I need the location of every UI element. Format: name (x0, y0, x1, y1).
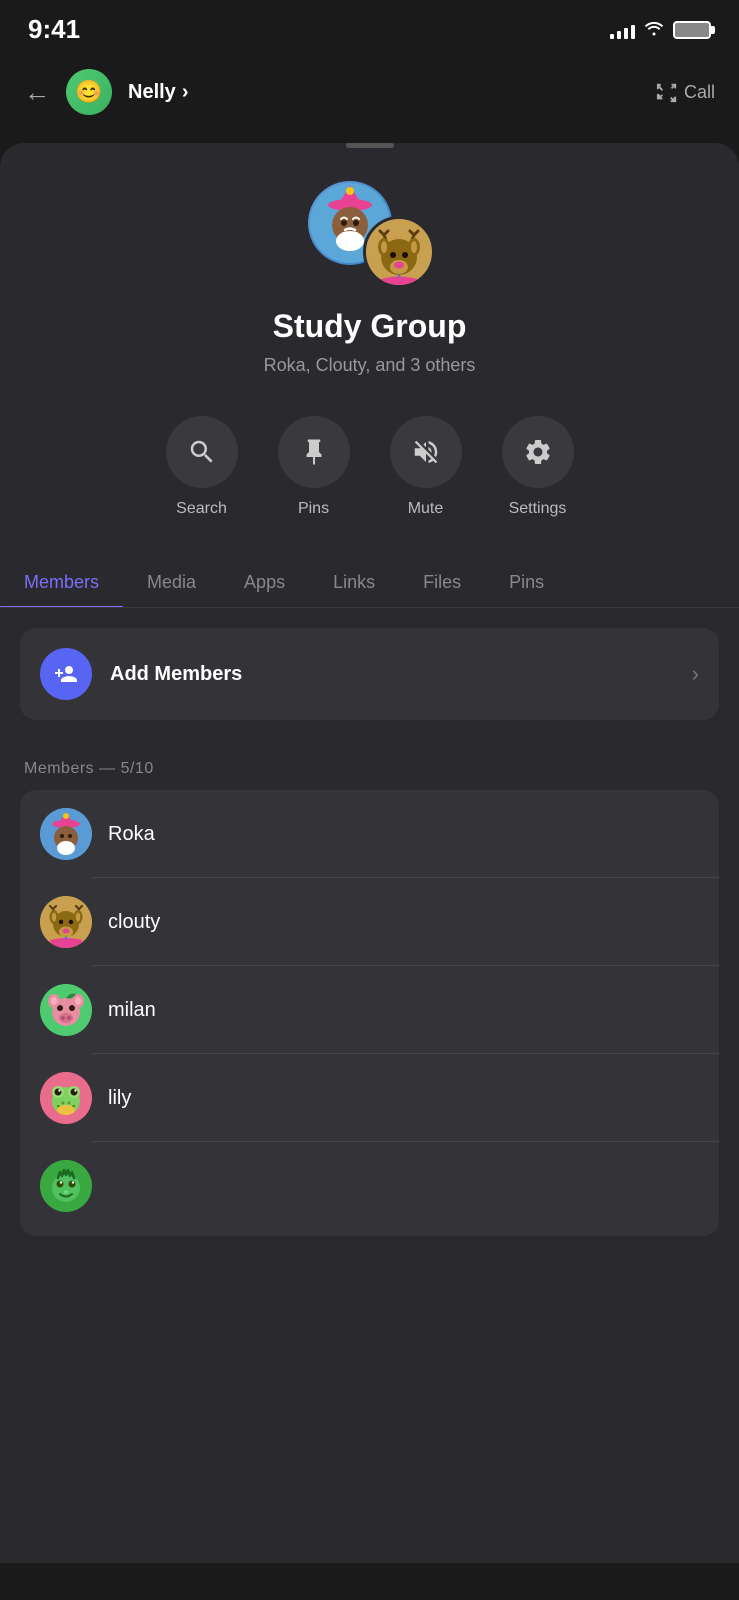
settings-action-label: Settings (509, 500, 567, 518)
tab-media[interactable]: Media (123, 558, 220, 607)
member-row-lily[interactable]: lily (20, 1054, 719, 1142)
add-members-chevron: › (692, 661, 699, 687)
tab-links[interactable]: Links (309, 558, 399, 607)
status-icons (610, 18, 711, 41)
pins-action-icon (278, 416, 350, 488)
mute-action[interactable]: Mute (390, 416, 462, 518)
search-action[interactable]: Search (166, 416, 238, 518)
member-name-milan: milan (108, 999, 156, 1022)
member-row-roka[interactable]: Roka (20, 790, 719, 878)
member-row-last[interactable] (20, 1142, 719, 1236)
search-action-icon (166, 416, 238, 488)
pins-action-label: Pins (298, 500, 329, 518)
status-bar: 9:41 (0, 0, 739, 55)
settings-action[interactable]: Settings (502, 416, 574, 518)
search-icon (187, 437, 217, 467)
member-avatar-last (40, 1160, 92, 1212)
back-button[interactable]: ← (24, 77, 50, 108)
member-name-clouty: clouty (108, 911, 160, 934)
modal-sheet: Study Group Roka, Clouty, and 3 others S… (0, 143, 739, 1563)
member-avatar-roka (40, 808, 92, 860)
member-row-milan[interactable]: milan (20, 966, 719, 1054)
call-label: Call (684, 82, 715, 103)
member-row-clouty[interactable]: clouty (20, 878, 719, 966)
add-person-icon (54, 662, 78, 686)
chat-name-area: Nelly › (128, 81, 640, 104)
member-avatar-milan (40, 984, 92, 1036)
status-time: 9:41 (28, 14, 80, 45)
settings-icon (523, 437, 553, 467)
tab-files[interactable]: Files (399, 558, 485, 607)
mute-action-icon (390, 416, 462, 488)
group-subtitle: Roka, Clouty, and 3 others (0, 355, 739, 376)
member-avatar-lily (40, 1072, 92, 1124)
group-avatar-container (0, 178, 739, 288)
mute-icon (411, 437, 441, 467)
add-members-card: Add Members › (20, 628, 719, 720)
contact-name: Nelly (128, 81, 176, 104)
pin-icon (299, 437, 329, 467)
add-members-icon (40, 648, 92, 700)
tabs-container: Members Media Apps Links Files Pins (0, 558, 739, 608)
members-list: Roka (20, 790, 719, 1236)
group-name: Study Group (0, 308, 739, 345)
search-action-label: Search (176, 500, 227, 518)
deer-avatar-svg (366, 219, 432, 285)
member-name-roka: Roka (108, 823, 155, 846)
quick-actions: Search Pins Mute (30, 416, 709, 518)
signal-icon (610, 21, 635, 39)
add-members-label: Add Members (110, 663, 674, 686)
member-name-lily: lily (108, 1087, 131, 1110)
settings-action-icon (502, 416, 574, 488)
contact-avatar: 😊 (66, 69, 112, 115)
avatar-stack (305, 178, 435, 288)
call-button[interactable]: Call (656, 81, 715, 103)
members-section-header: Members — 5/10 (0, 740, 739, 790)
member-avatar-clouty (40, 896, 92, 948)
tab-members[interactable]: Members (0, 558, 123, 607)
wifi-icon (643, 18, 665, 41)
tab-pins[interactable]: Pins (485, 558, 568, 607)
chevron-icon: › (182, 81, 189, 104)
mute-action-label: Mute (408, 500, 444, 518)
group-avatar-secondary (363, 216, 435, 288)
add-members-button[interactable]: Add Members › (20, 628, 719, 720)
contact-name-row[interactable]: Nelly › (128, 81, 640, 104)
drag-handle[interactable] (346, 143, 394, 148)
chat-header: ← 😊 Nelly › Call (0, 55, 739, 129)
battery-icon (673, 21, 711, 39)
tab-apps[interactable]: Apps (220, 558, 309, 607)
pins-action[interactable]: Pins (278, 416, 350, 518)
